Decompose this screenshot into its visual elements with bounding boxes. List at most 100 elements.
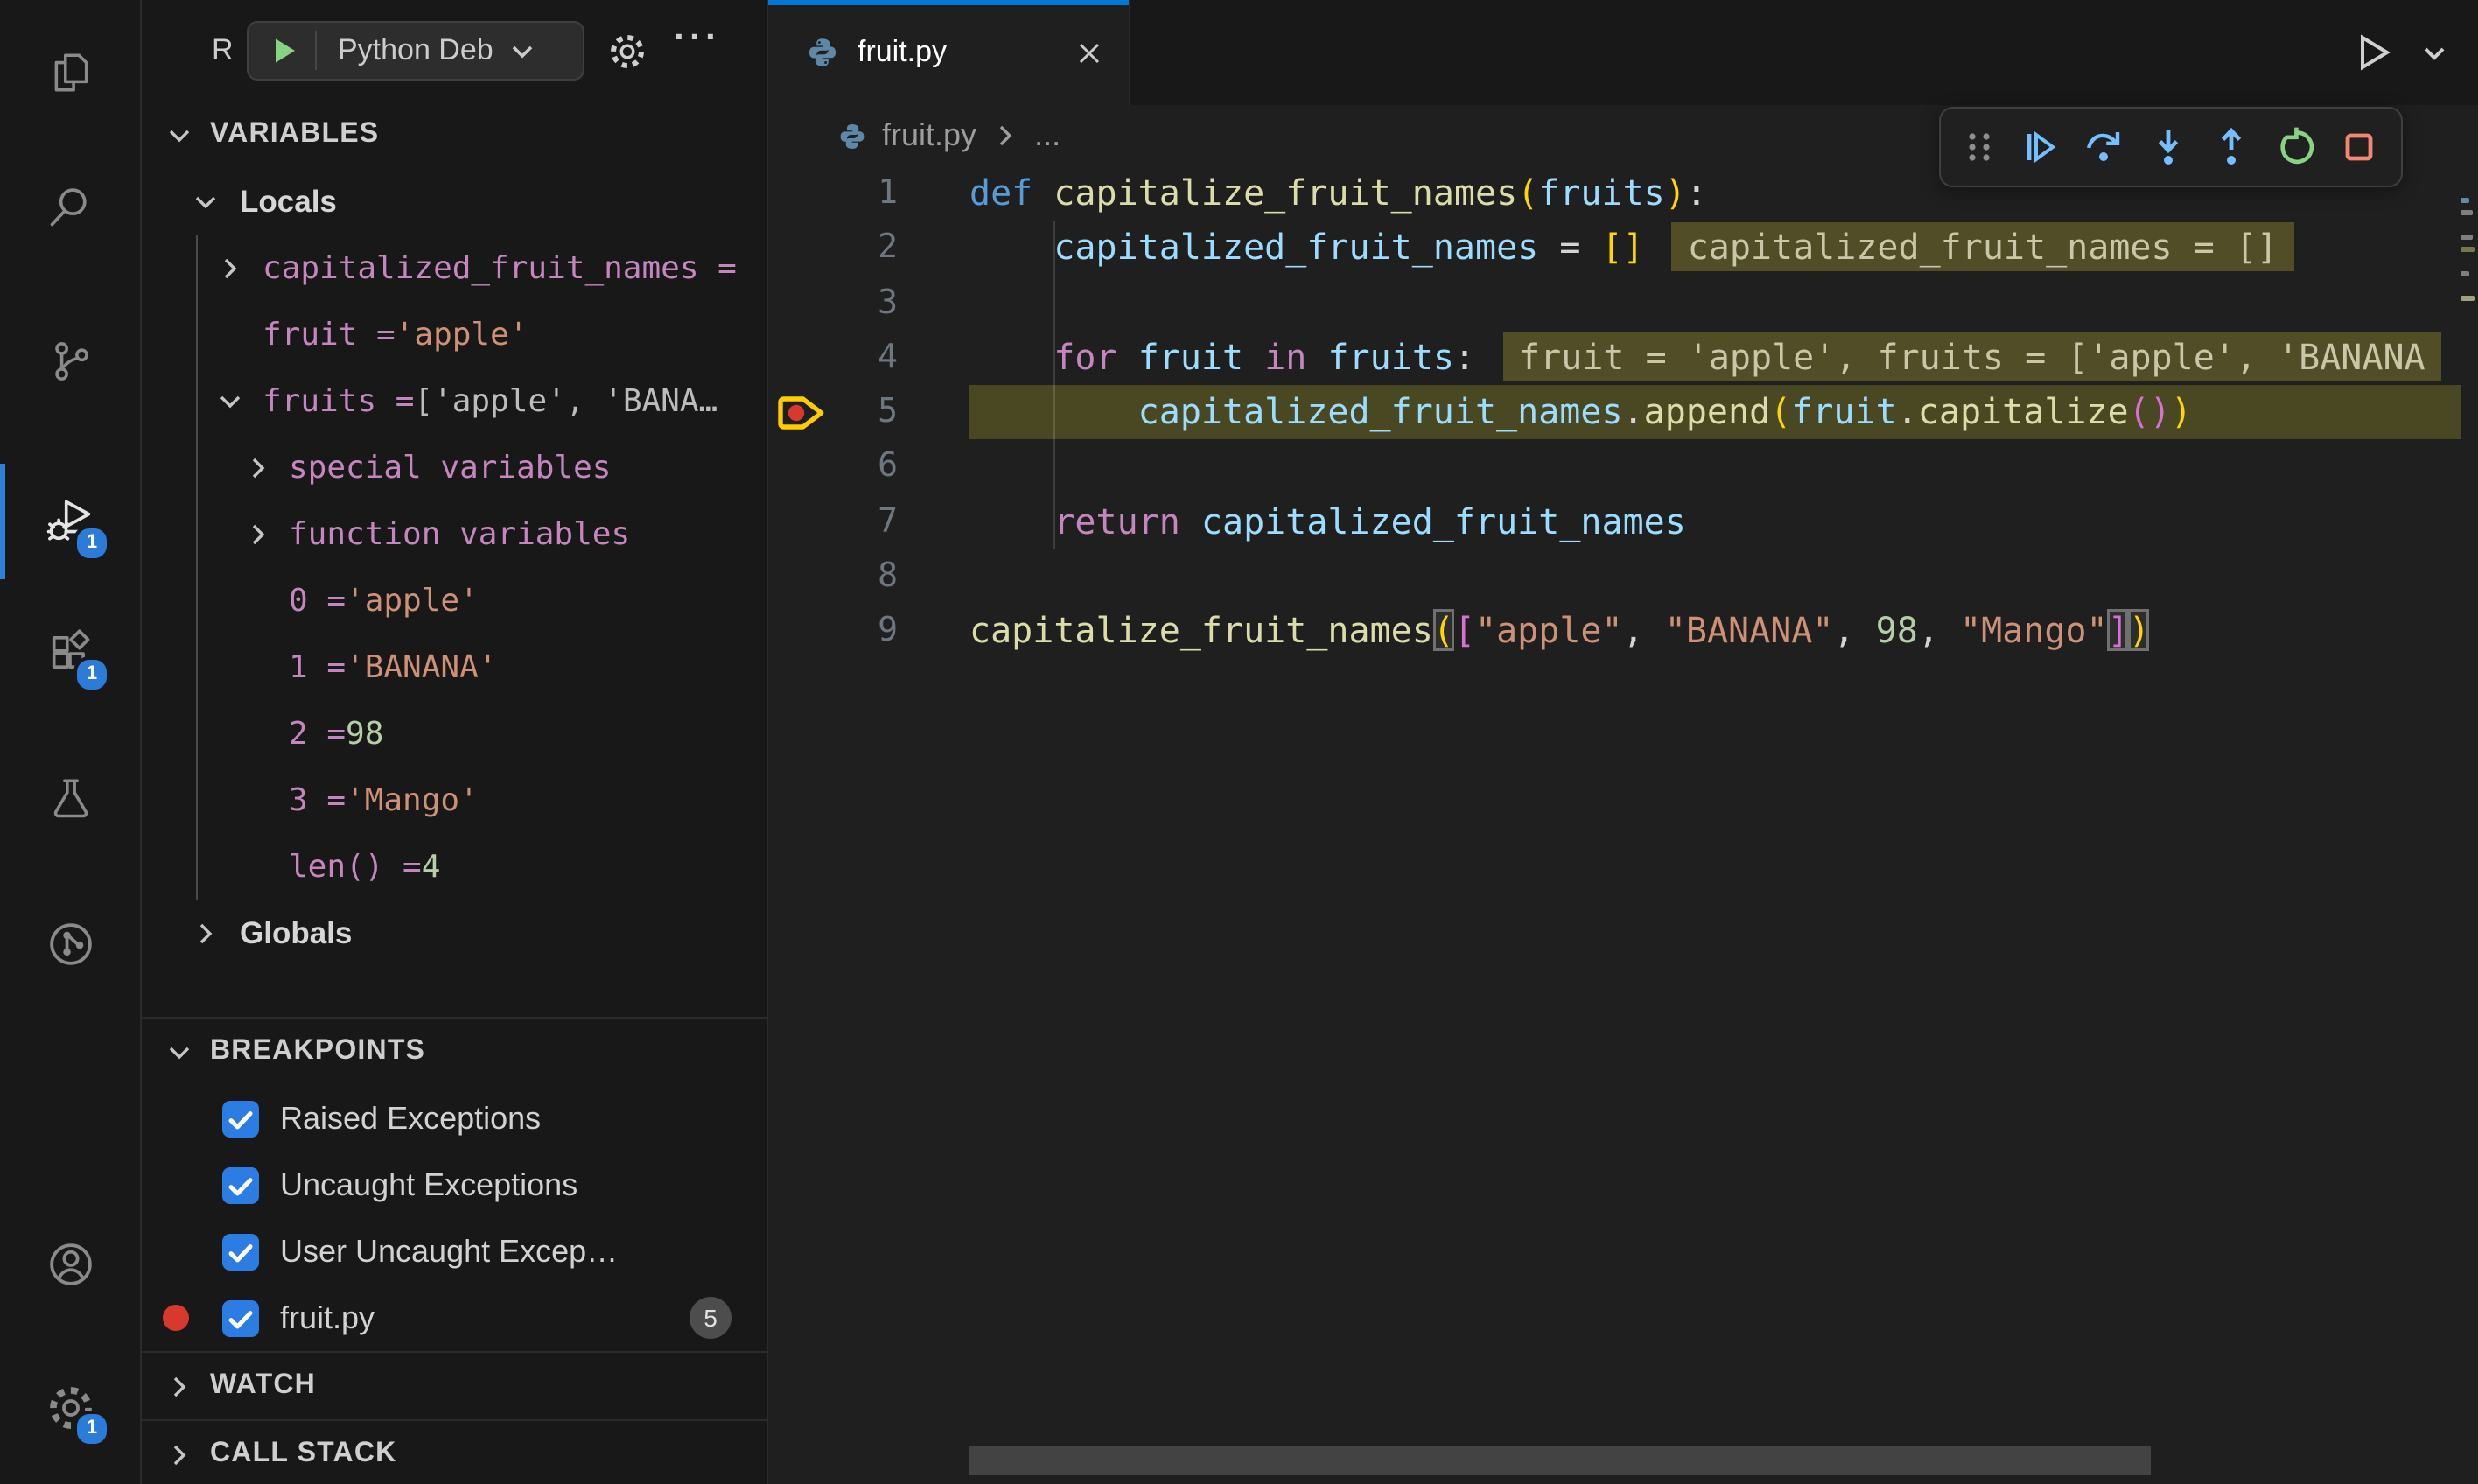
variable-name: fruit = <box>262 316 396 353</box>
python-file-icon <box>838 122 866 150</box>
breakpoint-dot-icon <box>163 1305 189 1331</box>
variable-name: 2 = <box>289 715 346 752</box>
activity-item-testing[interactable] <box>0 749 140 847</box>
continue-icon <box>2017 124 2062 170</box>
locals-group[interactable]: Locals <box>142 168 766 234</box>
debug-config-dropdown[interactable]: Python Deb <box>247 21 584 80</box>
variable-row[interactable]: capitalized_fruit_names = <box>142 234 766 301</box>
variable-row[interactable]: 2 = 98 <box>142 700 766 766</box>
breakpoint-count-badge: 5 <box>690 1297 732 1339</box>
call-stack-section-header[interactable]: CALL STACK <box>142 1421 766 1484</box>
watch-section-header[interactable]: WATCH <box>142 1353 766 1419</box>
breakpoint-label: Raised Exceptions <box>280 1100 541 1137</box>
variable-value: 'BANANA' <box>346 648 497 685</box>
breadcrumb-symbol[interactable]: ... <box>1034 117 1060 154</box>
run-file-icon[interactable] <box>2348 30 2394 75</box>
checkbox-checked-icon[interactable] <box>222 1100 259 1137</box>
breakpoint-row[interactable]: Raised Exceptions <box>142 1085 766 1152</box>
variable-row[interactable]: special variables <box>142 434 766 500</box>
code-line[interactable]: 4 for fruit in fruits:fruit = 'apple', f… <box>768 331 2460 386</box>
activity-item-references[interactable] <box>0 894 140 992</box>
step-over-button[interactable] <box>2081 124 2126 170</box>
code-line[interactable]: 6 <box>768 440 2460 495</box>
code-editor[interactable]: 1def capitalize_fruit_names(fruits):2 ca… <box>768 166 2460 1442</box>
restart-button[interactable] <box>2273 124 2319 170</box>
sidebar-header: R Python Deb ··· <box>142 0 766 102</box>
breakpoint-row[interactable]: User Uncaught Excep… <box>142 1218 766 1284</box>
code-line[interactable]: 7 return capitalized_fruit_names <box>768 494 2460 550</box>
variable-row[interactable]: fruit = 'apple' <box>142 301 766 368</box>
variable-row[interactable]: function variables <box>142 500 766 567</box>
variable-value: 'apple' <box>396 316 528 353</box>
stop-button[interactable] <box>2337 124 2383 170</box>
tree-indent-guide <box>196 234 198 900</box>
code-line-current[interactable]: 5 capitalized_fruit_names.append(fruit.c… <box>768 385 2460 440</box>
variable-name: 1 = <box>289 648 346 685</box>
variable-name: len() = <box>289 848 422 885</box>
minimap[interactable] <box>2460 166 2478 709</box>
chevron-right-icon <box>215 253 245 283</box>
variable-value: 98 <box>346 715 383 752</box>
activity-badge: 1 <box>74 525 110 562</box>
variable-value: 'apple' <box>346 582 479 619</box>
start-debugging-icon[interactable] <box>270 35 299 66</box>
checkbox-checked-icon[interactable] <box>222 1233 259 1270</box>
activity-badge: 1 <box>74 656 110 693</box>
line-number: 6 <box>768 440 898 495</box>
variable-value: 4 <box>422 848 441 885</box>
activity-item-source-control[interactable] <box>0 312 140 410</box>
close-icon[interactable] <box>1074 38 1104 67</box>
code-line[interactable]: 2 capitalized_fruit_names = []capitalize… <box>768 221 2460 276</box>
breakpoints-section-header[interactable]: BREAKPOINTS <box>142 1018 766 1085</box>
checkbox-checked-icon[interactable] <box>222 1299 259 1336</box>
activity-item-run-and-debug[interactable]: 1 <box>0 472 140 570</box>
chevron-right-icon <box>243 452 273 482</box>
variable-name: special variables <box>289 449 611 486</box>
variable-row[interactable]: len() = 4 <box>142 833 766 900</box>
call-stack-title: CALL STACK <box>210 1438 396 1470</box>
chevron-right-icon <box>191 918 220 948</box>
horizontal-scrollbar[interactable] <box>970 1446 2151 1475</box>
breadcrumb-file[interactable]: fruit.py <box>882 117 976 154</box>
step-into-button[interactable] <box>2145 124 2190 170</box>
continue-button[interactable] <box>2017 124 2062 170</box>
activity-item-extensions[interactable]: 1 <box>0 604 140 702</box>
variable-row[interactable]: 0 = 'apple' <box>142 567 766 634</box>
code-text: def capitalize_fruit_names(fruits): <box>970 166 1707 221</box>
code-line[interactable]: 3 <box>768 276 2460 331</box>
toolbar-drag-handle[interactable] <box>1959 124 1998 170</box>
globals-group[interactable]: Globals <box>142 900 766 966</box>
breakpoint-row[interactable]: fruit.py5 <box>142 1284 766 1351</box>
step-out-button[interactable] <box>2208 124 2254 170</box>
activity-item-account[interactable] <box>0 1214 140 1312</box>
checkbox-checked-icon[interactable] <box>222 1166 259 1203</box>
variables-title: VARIABLES <box>210 119 379 150</box>
activity-item-search[interactable] <box>0 158 140 256</box>
stop-icon <box>2337 124 2383 170</box>
code-line[interactable]: 8 <box>768 550 2460 605</box>
step-into-icon <box>2145 124 2190 170</box>
chevron-right-icon <box>164 1371 194 1401</box>
inline-debug-value: fruit = 'apple', fruits = ['apple', 'BAN… <box>1503 332 2441 382</box>
activity-item-files[interactable] <box>0 23 140 121</box>
tab-fruit-py[interactable]: fruit.py <box>768 0 1130 105</box>
variable-name: 0 = <box>289 582 346 619</box>
gear-icon[interactable] <box>607 32 648 72</box>
variables-section-header[interactable]: VARIABLES <box>142 102 766 168</box>
variable-row[interactable]: 3 = 'Mango' <box>142 766 766 833</box>
variable-value: 'Mango' <box>346 781 479 818</box>
code-text: capitalized_fruit_names = [] <box>970 221 1644 276</box>
variable-row[interactable]: fruits = ['apple', 'BANA… <box>142 368 766 434</box>
line-number: 8 <box>768 550 898 605</box>
more-actions-icon[interactable]: ··· <box>674 18 721 60</box>
testing-icon <box>46 774 94 822</box>
variables-section: VARIABLES Locals capitalized_fruit_names… <box>142 102 766 1017</box>
run-dropdown-chevron-icon[interactable] <box>2418 37 2450 68</box>
variable-row[interactable]: 1 = 'BANANA' <box>142 634 766 700</box>
breakpoint-row[interactable]: Uncaught Exceptions <box>142 1152 766 1218</box>
breakpoints-section: BREAKPOINTS Raised Exceptions Uncaught Ex… <box>142 1017 766 1351</box>
activity-item-settings[interactable]: 1 <box>0 1358 140 1456</box>
chevron-right-icon <box>164 1439 194 1469</box>
code-line[interactable]: 9capitalize_fruit_names(["apple", "BANAN… <box>768 604 2460 659</box>
chevron-down-icon <box>164 1037 194 1067</box>
